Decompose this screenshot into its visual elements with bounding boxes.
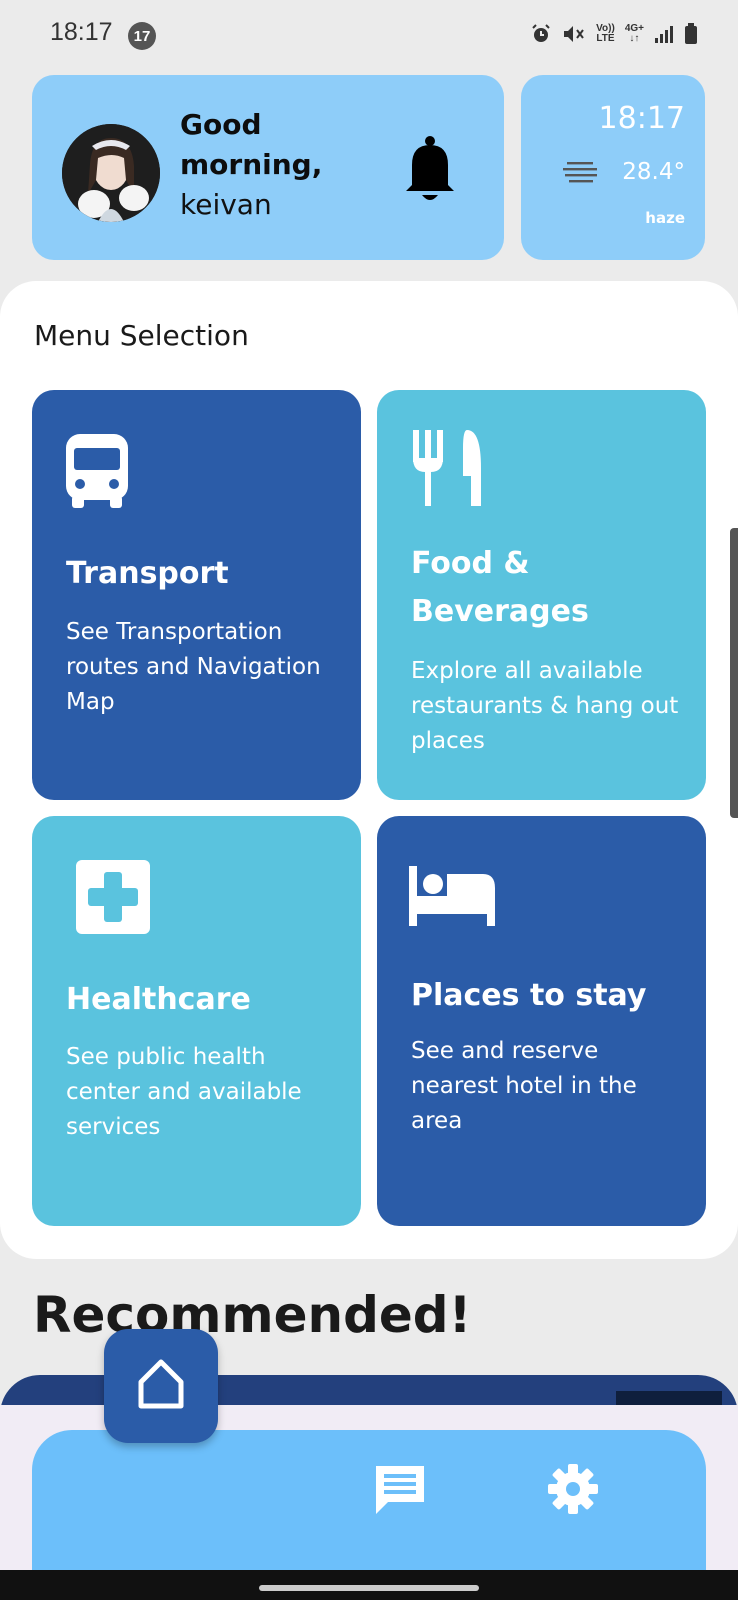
notification-count-badge: 17 bbox=[128, 22, 156, 50]
tile-title: Food & Beverages bbox=[411, 546, 589, 629]
home-button[interactable] bbox=[104, 1329, 218, 1443]
user-name: keivan bbox=[180, 188, 272, 221]
tile-title: Transport bbox=[66, 556, 229, 591]
settings-icon[interactable] bbox=[546, 1462, 600, 1516]
battery-icon bbox=[684, 22, 698, 46]
volte-icon: Vo)) LTE bbox=[596, 22, 615, 46]
weather-temperature: 28.4° bbox=[622, 159, 685, 185]
menu-tile-places-to-stay[interactable]: Places to stay See and reserve nearest h… bbox=[377, 816, 706, 1226]
edge-panel-handle[interactable] bbox=[730, 528, 738, 818]
alarm-icon bbox=[530, 22, 552, 46]
bell-icon[interactable] bbox=[400, 133, 460, 205]
status-icons: Vo)) LTE 4G+ ↓↑ bbox=[530, 22, 698, 46]
greeting-line-1: Good bbox=[180, 108, 262, 141]
menu-tile-healthcare[interactable]: Healthcare See public health center and … bbox=[32, 816, 361, 1226]
haze-icon bbox=[563, 161, 599, 183]
menu-panel: Menu Selection Transport See Transportat… bbox=[0, 281, 738, 1259]
bus-icon bbox=[64, 430, 130, 514]
volte-label-bottom: LTE bbox=[596, 33, 615, 44]
medical-cross-icon bbox=[76, 860, 150, 938]
mute-icon bbox=[562, 22, 586, 46]
tile-description: Explore all available restaurants & hang… bbox=[411, 658, 679, 754]
network-type-icon: 4G+ ↓↑ bbox=[624, 23, 644, 44]
status-bar: 18:17 17 Vo)) LTE 4G+ ↓↑ bbox=[0, 0, 738, 70]
greeting-text: Good morning, keivan bbox=[180, 105, 322, 225]
status-time: 18:17 bbox=[50, 18, 113, 46]
recommended-title: Recommended! bbox=[33, 1286, 472, 1344]
greeting-line-2: morning, bbox=[180, 148, 323, 181]
chat-icon[interactable] bbox=[372, 1462, 428, 1518]
tile-title: Places to stay bbox=[411, 978, 647, 1013]
tile-description: See Transportation routes and Navigation… bbox=[66, 619, 321, 715]
weather-time: 18:17 bbox=[598, 101, 685, 136]
weather-card: 18:17 28.4° haze bbox=[521, 75, 705, 260]
menu-tile-food-beverages[interactable]: Food & Beverages Explore all available r… bbox=[377, 390, 706, 800]
signal-icon bbox=[654, 22, 674, 46]
tile-title: Healthcare bbox=[66, 982, 251, 1017]
menu-title: Menu Selection bbox=[34, 319, 249, 352]
utensils-icon bbox=[409, 428, 485, 512]
gesture-handle[interactable] bbox=[259, 1585, 479, 1591]
menu-tile-transport[interactable]: Transport See Transportation routes and … bbox=[32, 390, 361, 800]
tile-description: See public health center and available s… bbox=[66, 1044, 302, 1140]
bed-icon bbox=[409, 866, 497, 930]
bottom-nav-bar bbox=[32, 1430, 706, 1570]
tile-description: See and reserve nearest hotel in the are… bbox=[411, 1038, 637, 1134]
avatar[interactable] bbox=[62, 124, 160, 222]
greeting-card: Good morning, keivan bbox=[32, 75, 504, 260]
home-icon bbox=[133, 1356, 189, 1416]
weather-condition: haze bbox=[645, 209, 685, 227]
network-type-label: 4G+ bbox=[624, 23, 644, 34]
